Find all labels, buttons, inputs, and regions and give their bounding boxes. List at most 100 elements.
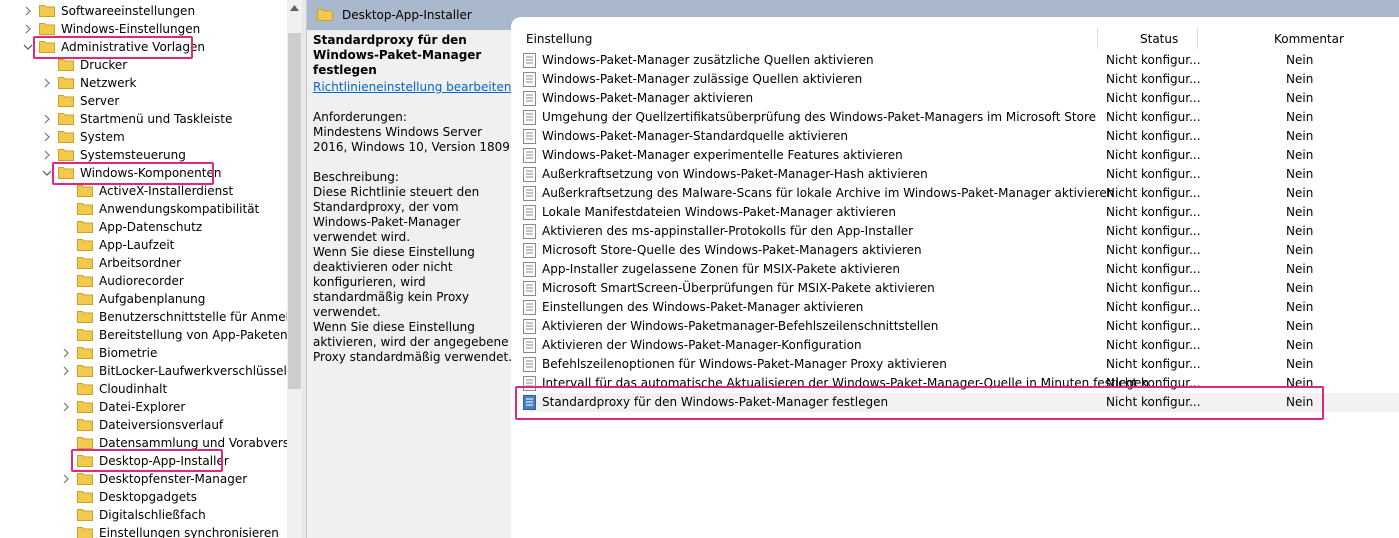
tree-item-label: Cloudinhalt bbox=[99, 382, 168, 396]
column-header-setting[interactable]: Einstellung bbox=[526, 30, 592, 48]
tree-item[interactable]: Desktopgadgets bbox=[0, 488, 287, 506]
chevron-right-icon[interactable] bbox=[61, 344, 71, 362]
tree-item[interactable]: Anwendungskompatibilität bbox=[0, 200, 287, 218]
highlight-desktop-app-installer bbox=[71, 449, 223, 472]
tree-item[interactable]: Audiorecorder bbox=[0, 272, 287, 290]
policy-status: Nicht konfigur... bbox=[1106, 319, 1201, 333]
policy-row[interactable]: Windows-Paket-Manager zusätzliche Quelle… bbox=[523, 51, 1399, 70]
tree-item[interactable]: Einstellungen synchronisieren bbox=[0, 524, 287, 538]
tree-item[interactable]: Startmenü und Taskleiste bbox=[0, 110, 287, 128]
tree-item-label: Desktopgadgets bbox=[99, 490, 198, 504]
chevron-down-icon[interactable] bbox=[42, 164, 52, 182]
tree-item[interactable]: Netzwerk bbox=[0, 74, 287, 92]
policy-status: Nicht konfigur... bbox=[1106, 338, 1201, 352]
folder-icon bbox=[77, 527, 93, 538]
policy-title: Standardproxy für den Windows-Paket-Mana… bbox=[313, 33, 482, 77]
policy-status: Nicht konfigur... bbox=[1106, 72, 1201, 86]
folder-icon bbox=[77, 311, 93, 323]
tree-item[interactable]: Softwareeinstellungen bbox=[0, 2, 287, 20]
description-paragraph-1: Diese Richtlinie steuert den Standardpro… bbox=[313, 185, 480, 244]
folder-icon bbox=[77, 203, 93, 215]
tree-item-label: System bbox=[80, 130, 125, 144]
policy-name: Microsoft SmartScreen-Überprüfungen für … bbox=[542, 281, 935, 295]
policy-row[interactable]: Befehlszeilenoptionen für Windows-Paket-… bbox=[523, 355, 1399, 374]
policy-name: Umgehung der Quellzertifikatsüberprüfung… bbox=[542, 110, 1096, 124]
policy-comment: Nein bbox=[1286, 338, 1314, 352]
policy-status: Nicht konfigur... bbox=[1106, 262, 1201, 276]
tree-item[interactable]: Biometrie bbox=[0, 344, 287, 362]
tree-item[interactable]: Benutzerschnittstelle für Anmeldeir bbox=[0, 308, 287, 326]
policy-name: Windows-Paket-Manager zusätzliche Quelle… bbox=[542, 53, 874, 67]
policy-row[interactable]: Aktivieren des ms-appinstaller-Protokoll… bbox=[523, 222, 1399, 241]
chevron-right-icon[interactable] bbox=[61, 398, 71, 416]
tree-item[interactable]: Aufgabenplanung bbox=[0, 290, 287, 308]
policy-row[interactable]: Windows-Paket-Manager aktivieren Nicht ko… bbox=[523, 89, 1399, 108]
policy-row[interactable]: Microsoft SmartScreen-Überprüfungen für … bbox=[523, 279, 1399, 298]
policy-row[interactable]: Windows-Paket-Manager experimentelle Fea… bbox=[523, 146, 1399, 165]
policy-row[interactable]: App-Installer zugelassene Zonen für MSIX… bbox=[523, 260, 1399, 279]
policy-row[interactable]: Einstellungen des Windows-Paket-Manager … bbox=[523, 298, 1399, 317]
requirements-text: Mindestens Windows Server 2016, Windows … bbox=[313, 125, 510, 154]
tree-item-label: Dateiversionsverlauf bbox=[99, 418, 224, 432]
column-header-status[interactable]: Status bbox=[1140, 30, 1178, 48]
chevron-right-icon[interactable] bbox=[42, 110, 52, 128]
tree-item-label: Anwendungskompatibilität bbox=[99, 202, 260, 216]
folder-icon bbox=[77, 365, 93, 377]
folder-icon bbox=[39, 5, 55, 17]
policy-row[interactable]: Windows-Paket-Manager zulässige Quellen … bbox=[523, 70, 1399, 89]
policy-row[interactable]: Lokale Manifestdateien Windows-Paket-Man… bbox=[523, 203, 1399, 222]
policy-setting-icon bbox=[523, 53, 536, 68]
edit-policy-link[interactable]: Richtlinieneinstellung bearbeiten bbox=[313, 80, 511, 94]
chevron-right-icon[interactable] bbox=[42, 146, 52, 164]
folder-icon bbox=[77, 419, 93, 431]
chevron-down-icon[interactable] bbox=[23, 38, 33, 56]
scroll-up-arrow-icon[interactable] bbox=[290, 5, 299, 11]
policy-comment: Nein bbox=[1286, 148, 1314, 162]
scrollbar-thumb[interactable] bbox=[288, 33, 301, 389]
tree-item[interactable]: Digitalschließfach bbox=[0, 506, 287, 524]
folder-icon bbox=[77, 509, 93, 521]
policy-comment: Nein bbox=[1286, 243, 1314, 257]
policy-setting-icon bbox=[523, 300, 536, 315]
policy-status: Nicht konfigur... bbox=[1106, 224, 1201, 238]
policy-row[interactable]: Microsoft Store-Quelle des Windows-Paket… bbox=[523, 241, 1399, 260]
policy-setting-icon bbox=[523, 281, 536, 296]
policy-row[interactable]: Außerkraftsetzung von Windows-Paket-Mana… bbox=[523, 165, 1399, 184]
settings-list: Einstellung Status Kommentar Windows-Pak… bbox=[511, 17, 1399, 538]
tree-item-label: Arbeitsordner bbox=[99, 256, 182, 270]
tree-item[interactable]: Arbeitsordner bbox=[0, 254, 287, 272]
tree-item-label: Softwareeinstellungen bbox=[61, 4, 196, 18]
policy-status: Nicht konfigur... bbox=[1106, 205, 1201, 219]
tree-item[interactable]: Server bbox=[0, 92, 287, 110]
chevron-right-icon[interactable] bbox=[61, 470, 71, 488]
tree-item[interactable]: Dateiversionsverlauf bbox=[0, 416, 287, 434]
tree-item[interactable]: Cloudinhalt bbox=[0, 380, 287, 398]
chevron-right-icon[interactable] bbox=[42, 74, 52, 92]
highlight-administrative-vorlagen bbox=[33, 36, 193, 59]
chevron-right-icon[interactable] bbox=[23, 2, 33, 20]
tree-item[interactable]: BitLocker-Laufwerkverschlüsselung bbox=[0, 362, 287, 380]
policy-name: Befehlszeilenoptionen für Windows-Paket-… bbox=[542, 357, 947, 371]
chevron-right-icon[interactable] bbox=[61, 362, 71, 380]
tree-item[interactable]: Desktopfenster-Manager bbox=[0, 470, 287, 488]
policy-comment: Nein bbox=[1286, 262, 1314, 276]
tree-item[interactable]: Bereitstellung von App-Paketen bbox=[0, 326, 287, 344]
chevron-right-icon[interactable] bbox=[42, 128, 52, 146]
tree-scrollbar[interactable] bbox=[287, 0, 302, 538]
folder-icon bbox=[77, 185, 93, 197]
column-separator[interactable] bbox=[1097, 27, 1098, 49]
tree-item[interactable]: System bbox=[0, 128, 287, 146]
policy-row[interactable]: Außerkraftsetzung des Malware-Scans für … bbox=[523, 184, 1399, 203]
folder-icon bbox=[77, 437, 93, 449]
policy-row[interactable]: Umgehung der Quellzertifikatsüberprüfung… bbox=[523, 108, 1399, 127]
column-separator[interactable] bbox=[1197, 27, 1198, 49]
policy-row[interactable]: Aktivieren der Windows-Paketmanager-Befe… bbox=[523, 317, 1399, 336]
tree-item[interactable]: App-Datenschutz bbox=[0, 218, 287, 236]
policy-row[interactable]: Windows-Paket-Manager-Standardquelle akt… bbox=[523, 127, 1399, 146]
policy-setting-icon bbox=[523, 148, 536, 163]
policy-row[interactable]: Aktivieren der Windows-Paket-Manager-Kon… bbox=[523, 336, 1399, 355]
chevron-right-icon[interactable] bbox=[23, 20, 33, 38]
tree-item[interactable]: Datei-Explorer bbox=[0, 398, 287, 416]
tree-item[interactable]: App-Laufzeit bbox=[0, 236, 287, 254]
column-header-comment[interactable]: Kommentar bbox=[1274, 30, 1344, 48]
